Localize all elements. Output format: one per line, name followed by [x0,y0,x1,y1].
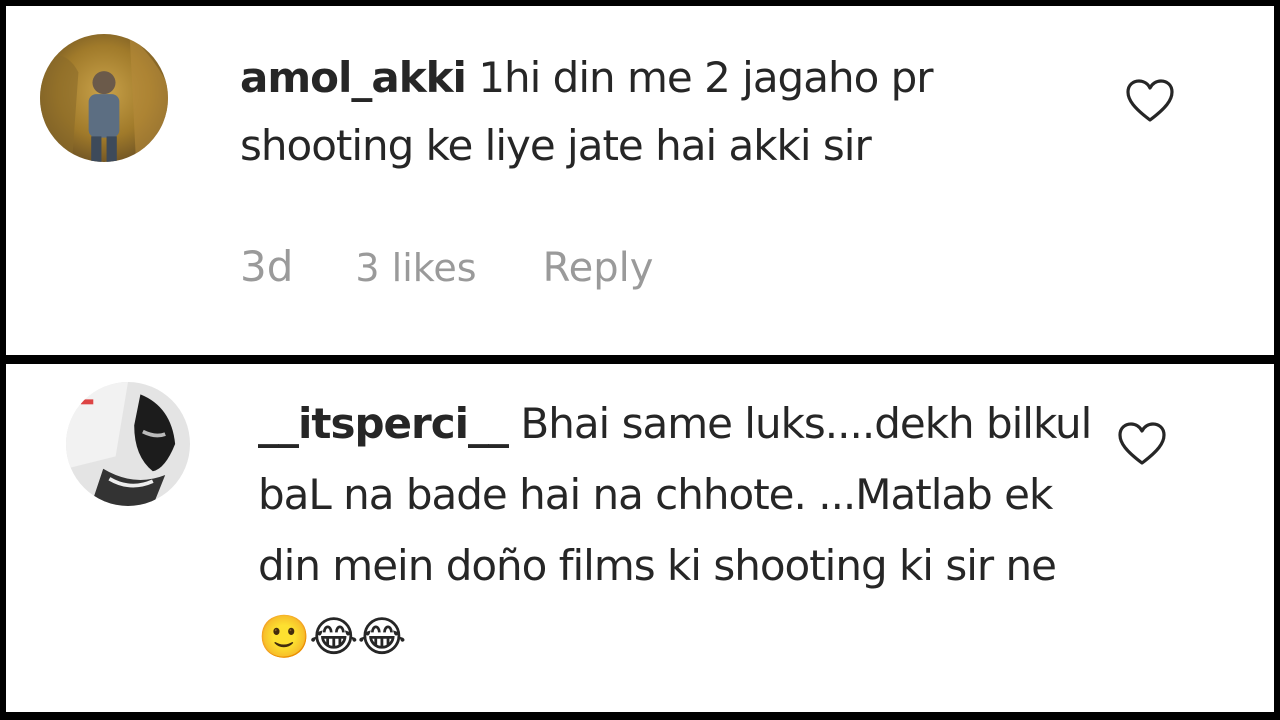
comment-likes[interactable]: 3 likes [355,246,476,290]
comment-card-2: __itsperci__ Bhai same luks....dekh bilk… [6,364,1274,712]
comment-meta: 3d 3 likes Reply [240,242,653,291]
heart-outline-icon[interactable] [1116,419,1168,467]
comment-username[interactable]: __itsperci__ [258,399,509,448]
avatar[interactable] [66,382,190,506]
comment-card-1: amol_akki 1hi din me 2 jagaho pr shootin… [6,6,1274,355]
comment-text: amol_akki 1hi din me 2 jagaho pr shootin… [240,44,1100,180]
comment-time: 3d [240,242,294,291]
comment-text: __itsperci__ Bhai same luks....dekh bilk… [258,388,1098,672]
avatar[interactable] [40,34,168,162]
comment-username[interactable]: amol_akki [240,53,467,102]
reply-button[interactable]: Reply [543,245,654,291]
heart-outline-icon[interactable] [1124,76,1176,124]
